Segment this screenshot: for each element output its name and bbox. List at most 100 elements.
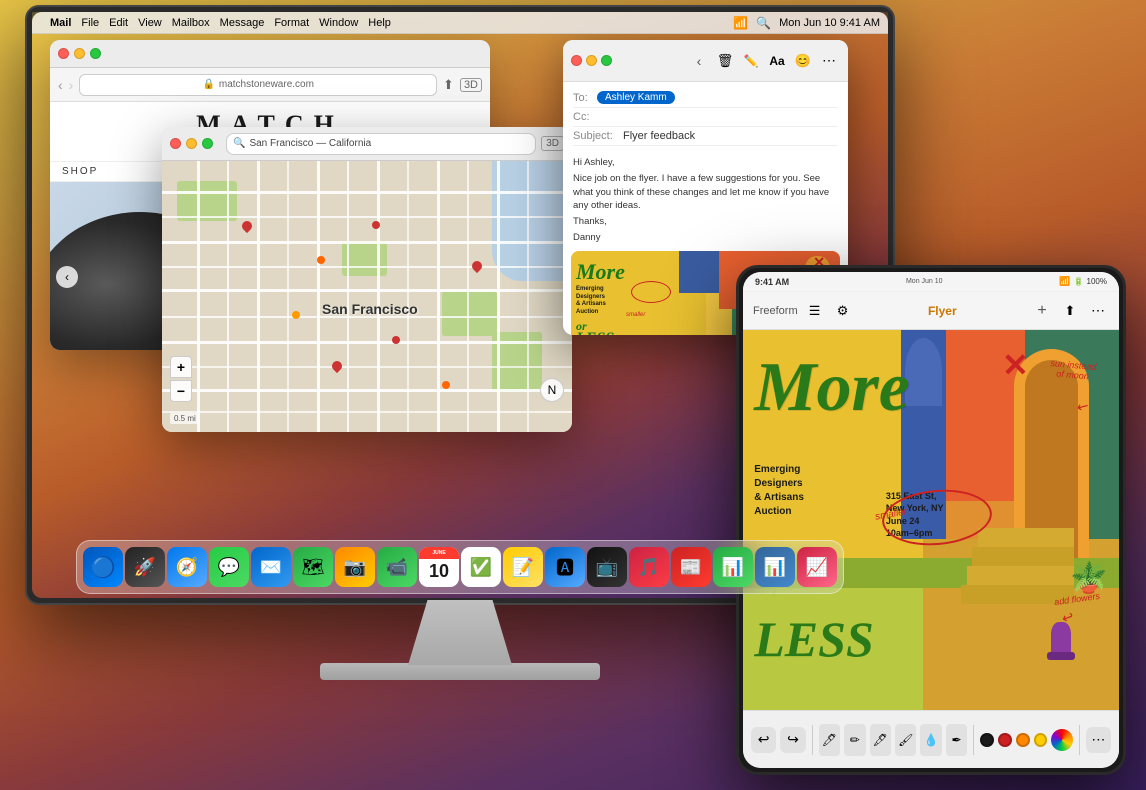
menubar-view[interactable]: View (138, 17, 162, 29)
ipad-color-red[interactable] (998, 733, 1012, 747)
maps-min-btn[interactable] (186, 138, 197, 149)
menubar-mailbox[interactable]: Mailbox (172, 17, 210, 29)
dock-appstore[interactable]: 🅰 (545, 547, 585, 587)
ipad-flyer-details: Emerging Designers & Artisans Auction (754, 463, 874, 519)
dock-maps[interactable]: 🗺 (293, 547, 333, 587)
maps-zoom-out[interactable]: − (170, 380, 192, 402)
ipad-app-name: Freeform (753, 305, 798, 317)
ipad-battery-pct: 100% (1087, 277, 1107, 286)
safari-close-btn[interactable] (58, 48, 69, 59)
mail-trash-icon[interactable]: 🗑 (714, 50, 736, 72)
dock-launchpad[interactable]: 🚀 (125, 547, 165, 587)
mail-body: Hi Ashley, Nice job on the flyer. I have… (563, 152, 848, 249)
safari-lock-icon: 🔒 (202, 79, 214, 90)
maps-3d-btn[interactable]: 3D (541, 136, 564, 151)
dock-reminders[interactable]: ✅ (461, 547, 501, 587)
safari-share-icon[interactable]: ⬆ (443, 77, 454, 93)
mail-subject-label: Subject: (573, 130, 619, 142)
safari-min-btn[interactable] (74, 48, 85, 59)
mail-emoji-icon[interactable]: 😊 (792, 50, 814, 72)
menubar-search-icon[interactable]: 🔍 (756, 16, 771, 30)
mail-cc-label: Cc: (573, 111, 591, 123)
ipad-color-multi[interactable] (1051, 729, 1072, 751)
safari-toolbar: ‹ › 🔒 matchstoneware.com ⬆ 3D (50, 68, 490, 102)
ipad-tool-2[interactable]: ✏ (844, 724, 865, 756)
maps-titlebar: 🔍 San Francisco — California 3D (162, 127, 572, 161)
ipad-drawing-toolbar: ↩ ↪ 🖊 ✏ 🖋 🖌 💧 ✒ (743, 710, 1119, 768)
ipad-tool-1[interactable]: 🖊 (819, 724, 840, 756)
mail-flyer-more: More (576, 259, 625, 285)
dock-news[interactable]: 📰 (671, 547, 711, 587)
menubar-mail[interactable]: Mail (50, 17, 71, 29)
maps-zoom-in[interactable]: + (170, 356, 192, 378)
ipad-add-icon[interactable]: + (1031, 300, 1053, 322)
ipad-app-toolbar: Freeform ☰ ⚙ Flyer + ⬆ ⋯ (743, 292, 1119, 330)
dock-appletv[interactable]: 📺 (587, 547, 627, 587)
ipad-frame: 9:41 AM Mon Jun 10 📶 🔋 100% Freeform ☰ ⚙… (736, 265, 1126, 775)
ipad-color-black[interactable] (980, 733, 994, 747)
dock-mail[interactable]: ✉️ (251, 547, 291, 587)
maps-search-text: San Francisco — California (249, 138, 371, 149)
dock-photos[interactable]: 📷 (335, 547, 375, 587)
mail-compose-area: To: Ashley Kamm Cc: Subject: Flyer feedb… (563, 82, 848, 152)
maps-compass[interactable]: N (540, 378, 564, 402)
mail-format-icon[interactable]: Aa (766, 50, 788, 72)
mail-back-icon[interactable]: ‹ (688, 50, 710, 72)
maps-max-btn[interactable] (202, 138, 213, 149)
safari-back-icon[interactable]: ‹ (58, 77, 63, 93)
mail-subject-value[interactable]: Flyer feedback (623, 130, 695, 142)
mail-more-icon[interactable]: ⋯ (818, 50, 840, 72)
menubar-message[interactable]: Message (220, 17, 265, 29)
mail-compose-icon[interactable]: ✏️ (740, 50, 762, 72)
ipad-screen: 9:41 AM Mon Jun 10 📶 🔋 100% Freeform ☰ ⚙… (743, 272, 1119, 768)
safari-forward-icon[interactable]: › (69, 77, 74, 93)
ipad-share-icon[interactable]: ⬆ (1059, 300, 1081, 322)
ipad-status-bar: 9:41 AM Mon Jun 10 📶 🔋 100% (743, 272, 1119, 292)
dock-numbers[interactable]: 📊 (713, 547, 753, 587)
dock-safari[interactable]: 🧭 (167, 547, 207, 587)
ipad-color-yellow[interactable] (1034, 733, 1048, 747)
ipad-more-tools-icon[interactable]: ⋯ (1086, 727, 1111, 753)
mail-to-tag[interactable]: Ashley Kamm (597, 91, 675, 104)
ipad-flyer-less: LESS (754, 614, 874, 664)
ipad-menu-icon[interactable]: ☰ (804, 300, 826, 322)
mail-min-btn[interactable] (586, 55, 597, 66)
dock-grapher[interactable]: 📈 (797, 547, 837, 587)
menubar-file[interactable]: File (81, 17, 99, 29)
ipad-tool-3[interactable]: 🖋 (870, 724, 891, 756)
dock-calendar[interactable]: JUNE 10 (419, 547, 459, 587)
safari-prev-btn[interactable]: ‹ (56, 266, 78, 288)
maps-close-btn[interactable] (170, 138, 181, 149)
ipad-settings-icon[interactable]: ⚙ (832, 300, 854, 322)
maps-window: 🔍 San Francisco — California 3D (162, 127, 572, 432)
ipad-tool-4[interactable]: 🖌 (895, 724, 916, 756)
dock-messages[interactable]: 💬 (209, 547, 249, 587)
safari-shop-link[interactable]: SHOP (62, 166, 98, 177)
menubar-time: Mon Jun 10 9:41 AM (779, 17, 880, 29)
menubar-help[interactable]: Help (368, 17, 391, 29)
mail-cc-field: Cc: (573, 108, 838, 127)
mail-toolbar: ‹ 🗑 ✏️ Aa 😊 ⋯ (563, 40, 848, 82)
ipad-redo-icon[interactable]: ↪ (780, 727, 805, 753)
mail-max-btn[interactable] (601, 55, 612, 66)
ipad-color-orange[interactable] (1016, 733, 1030, 747)
ipad-undo-icon[interactable]: ↩ (751, 727, 776, 753)
dock-facetime[interactable]: 📹 (377, 547, 417, 587)
safari-tabs-icon[interactable]: 3D (460, 78, 482, 92)
ipad-tool-5[interactable]: 💧 (920, 724, 941, 756)
dock: 🔵 🚀 🧭 💬 ✉️ 🗺 📷 📹 JUNE 10 ✅ 📝 🅰 📺 (76, 540, 844, 594)
ipad-tool-6[interactable]: ✒ (946, 724, 967, 756)
dock-notes[interactable]: 📝 (503, 547, 543, 587)
menubar-format[interactable]: Format (274, 17, 309, 29)
menubar-window[interactable]: Window (319, 17, 358, 29)
mail-close-btn[interactable] (571, 55, 582, 66)
dock-finder[interactable]: 🔵 (83, 547, 123, 587)
ipad-time: 9:41 AM (755, 277, 789, 287)
safari-max-btn[interactable] (90, 48, 101, 59)
dock-keynote[interactable]: 📊 (755, 547, 795, 587)
safari-url-bar[interactable]: 🔒 matchstoneware.com (79, 74, 437, 96)
menubar-edit[interactable]: Edit (109, 17, 128, 29)
dock-music[interactable]: 🎵 (629, 547, 669, 587)
maps-search-bar[interactable]: 🔍 San Francisco — California (226, 133, 536, 155)
ipad-more-options-icon[interactable]: ⋯ (1087, 300, 1109, 322)
